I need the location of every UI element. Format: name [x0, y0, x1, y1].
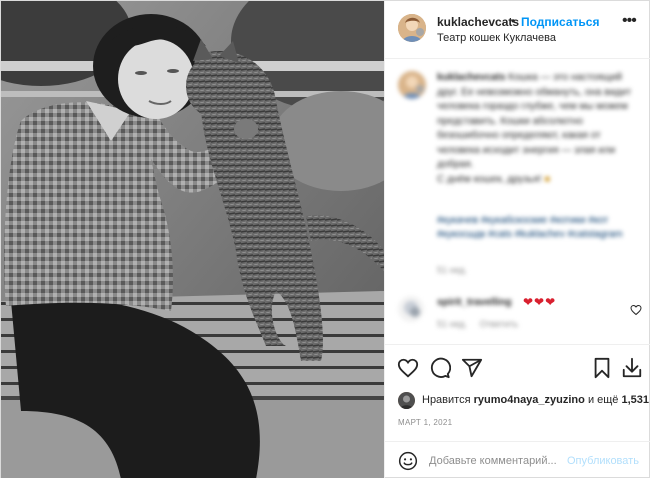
caption-greeting: С днём кошек, друзья!	[437, 173, 542, 185]
post-header: kuklachevcats • Подписаться Театр кошек …	[385, 1, 650, 59]
profile-username[interactable]: kuklachevcats	[437, 15, 519, 29]
post-modal: kuklachevcats • Подписаться Театр кошек …	[0, 0, 650, 478]
comment-time: 51 нед.	[437, 319, 468, 329]
comment-meta: 51 нед. Ответить	[437, 319, 518, 329]
post-sidebar: kuklachevcats • Подписаться Театр кошек …	[384, 1, 650, 478]
post-photo[interactable]	[1, 1, 384, 478]
caption-username[interactable]: kuklachevcats	[437, 72, 505, 83]
liker-username[interactable]: ryumo4naya_zyuzino	[474, 394, 585, 406]
likes-prefix: Нравится	[422, 394, 471, 406]
share-paper-plane-icon[interactable]	[461, 357, 483, 379]
comment-hearts: ❤❤❤	[523, 295, 557, 309]
publish-button[interactable]: Опубликовать	[567, 455, 639, 467]
comment-like-icon[interactable]	[630, 303, 642, 316]
bookmark-icon[interactable]	[591, 357, 613, 379]
post-date[interactable]: МАРТ 1, 2021	[398, 418, 452, 427]
comment-bubble-icon[interactable]	[429, 357, 451, 379]
likes-count[interactable]: 1,531	[622, 394, 650, 406]
action-bar	[385, 344, 650, 390]
comment-reply-link[interactable]: Ответить	[480, 319, 518, 329]
commenter-avatar[interactable]	[398, 296, 424, 322]
caption-avatar[interactable]	[398, 71, 426, 99]
profile-avatar[interactable]	[398, 14, 426, 42]
separator-dot: •	[511, 14, 516, 28]
caption-hashtags[interactable]: #кукачев #кукабскоские #котики #кот #кук…	[437, 214, 637, 242]
follow-button[interactable]: Подписаться	[521, 15, 599, 29]
comment-bar: Опубликовать	[385, 441, 650, 478]
post-caption: kuklachevcats Кошка — это настоящий друг…	[437, 71, 637, 187]
emoji-smiley-icon[interactable]	[398, 451, 418, 471]
comment-input[interactable]	[429, 452, 557, 470]
caption-text: Кошка — это настоящий друг. Ее невозможн…	[437, 72, 632, 170]
download-icon[interactable]	[621, 357, 643, 379]
more-icon[interactable]: •••	[622, 13, 640, 29]
likes-text: Нравится ryumo4naya_zyuzino и ещё 1,531	[422, 394, 649, 406]
caption-time: 51 нед.	[437, 265, 468, 275]
comment-username[interactable]: spirit_travelling	[437, 297, 511, 308]
like-heart-icon[interactable]	[397, 357, 419, 379]
profile-subtitle[interactable]: Театр кошек Куклачева	[437, 32, 556, 44]
likes-middle: и ещё	[587, 394, 619, 406]
cat-emoji-icon: ■	[544, 173, 551, 185]
liker-avatar[interactable]	[398, 392, 415, 409]
post-image	[1, 1, 384, 478]
